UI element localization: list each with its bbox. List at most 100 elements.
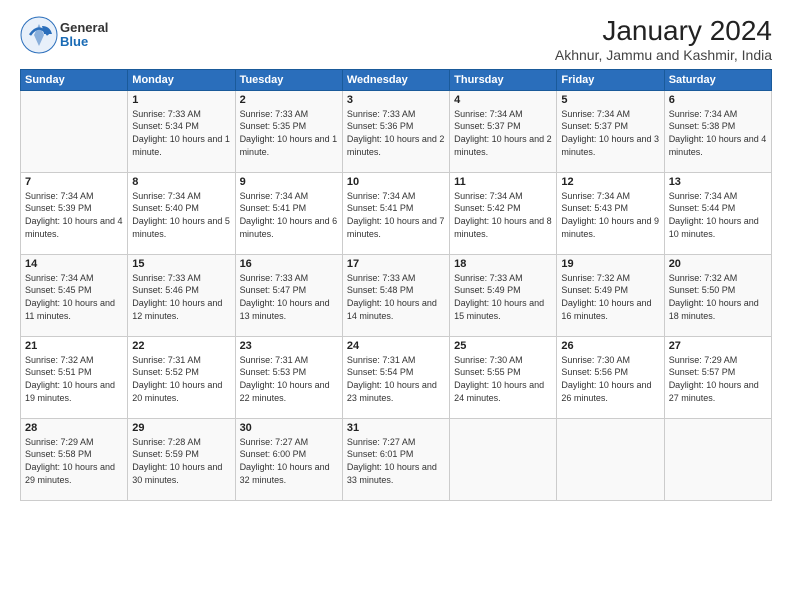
day-cell: 18 Sunrise: 7:33 AMSunset: 5:49 PMDayligh… bbox=[450, 254, 557, 336]
page: General Blue January 2024 Akhnur, Jammu … bbox=[0, 0, 792, 612]
header-row: Sunday Monday Tuesday Wednesday Thursday… bbox=[21, 69, 772, 90]
day-info: Sunrise: 7:33 AMSunset: 5:46 PMDaylight:… bbox=[132, 272, 230, 322]
week-row-2: 14 Sunrise: 7:34 AMSunset: 5:45 PMDayligh… bbox=[21, 254, 772, 336]
day-cell: 22 Sunrise: 7:31 AMSunset: 5:52 PMDayligh… bbox=[128, 336, 235, 418]
day-number: 29 bbox=[132, 422, 230, 434]
day-info: Sunrise: 7:32 AMSunset: 5:49 PMDaylight:… bbox=[561, 272, 659, 322]
day-cell: 28Sunrise: 7:29 AMSunset: 5:58 PMDayligh… bbox=[21, 418, 128, 500]
day-number: 8 bbox=[132, 176, 230, 188]
day-number: 31 bbox=[347, 422, 445, 434]
col-friday: Friday bbox=[557, 69, 664, 90]
day-number: 7 bbox=[25, 176, 123, 188]
logo-icon bbox=[20, 16, 58, 54]
day-cell: 15 Sunrise: 7:33 AMSunset: 5:46 PMDayligh… bbox=[128, 254, 235, 336]
day-cell: 26Sunrise: 7:30 AMSunset: 5:56 PMDayligh… bbox=[557, 336, 664, 418]
col-monday: Monday bbox=[128, 69, 235, 90]
col-wednesday: Wednesday bbox=[342, 69, 449, 90]
logo: General Blue bbox=[20, 16, 108, 54]
day-info: Sunrise: 7:32 AMSunset: 5:50 PMDaylight:… bbox=[669, 272, 767, 322]
day-cell: 2Sunrise: 7:33 AMSunset: 5:35 PMDaylight… bbox=[235, 90, 342, 172]
day-number: 10 bbox=[347, 176, 445, 188]
week-row-4: 28Sunrise: 7:29 AMSunset: 5:58 PMDayligh… bbox=[21, 418, 772, 500]
day-number: 14 bbox=[25, 258, 123, 270]
day-info: Sunrise: 7:31 AMSunset: 5:52 PMDaylight:… bbox=[132, 354, 230, 404]
day-number: 11 bbox=[454, 176, 552, 188]
day-info: Sunrise: 7:34 AMSunset: 5:41 PMDaylight:… bbox=[240, 190, 338, 240]
col-saturday: Saturday bbox=[664, 69, 771, 90]
day-info: Sunrise: 7:29 AMSunset: 5:57 PMDaylight:… bbox=[669, 354, 767, 404]
day-info: Sunrise: 7:34 AMSunset: 5:37 PMDaylight:… bbox=[454, 108, 552, 158]
day-number: 15 bbox=[132, 258, 230, 270]
day-info: Sunrise: 7:33 AMSunset: 5:48 PMDaylight:… bbox=[347, 272, 445, 322]
day-number: 23 bbox=[240, 340, 338, 352]
day-info: Sunrise: 7:34 AMSunset: 5:45 PMDaylight:… bbox=[25, 272, 123, 322]
day-cell: 10 Sunrise: 7:34 AMSunset: 5:41 PMDayligh… bbox=[342, 172, 449, 254]
day-cell: 5 Sunrise: 7:34 AMSunset: 5:37 PMDaylight… bbox=[557, 90, 664, 172]
day-cell: 4 Sunrise: 7:34 AMSunset: 5:37 PMDaylight… bbox=[450, 90, 557, 172]
subtitle: Akhnur, Jammu and Kashmir, India bbox=[555, 47, 772, 63]
day-number: 9 bbox=[240, 176, 338, 188]
day-cell: 23 Sunrise: 7:31 AMSunset: 5:53 PMDayligh… bbox=[235, 336, 342, 418]
day-cell: 17 Sunrise: 7:33 AMSunset: 5:48 PMDayligh… bbox=[342, 254, 449, 336]
day-info: Sunrise: 7:34 AMSunset: 5:39 PMDaylight:… bbox=[25, 190, 123, 240]
day-number: 12 bbox=[561, 176, 659, 188]
day-info: Sunrise: 7:33 AMSunset: 5:34 PMDaylight:… bbox=[132, 108, 230, 158]
day-info: Sunrise: 7:31 AMSunset: 5:54 PMDaylight:… bbox=[347, 354, 445, 404]
col-tuesday: Tuesday bbox=[235, 69, 342, 90]
day-number: 4 bbox=[454, 94, 552, 106]
day-info: Sunrise: 7:30 AMSunset: 5:55 PMDaylight:… bbox=[454, 354, 552, 404]
day-info: Sunrise: 7:31 AMSunset: 5:53 PMDaylight:… bbox=[240, 354, 338, 404]
main-title: January 2024 bbox=[555, 16, 772, 47]
day-cell: 8Sunrise: 7:34 AMSunset: 5:40 PMDaylight… bbox=[128, 172, 235, 254]
day-number: 18 bbox=[454, 258, 552, 270]
day-info: Sunrise: 7:29 AMSunset: 5:58 PMDaylight:… bbox=[25, 436, 123, 486]
title-section: January 2024 Akhnur, Jammu and Kashmir, … bbox=[555, 16, 772, 63]
day-cell: 27 Sunrise: 7:29 AMSunset: 5:57 PMDayligh… bbox=[664, 336, 771, 418]
day-cell: 24Sunrise: 7:31 AMSunset: 5:54 PMDayligh… bbox=[342, 336, 449, 418]
day-cell: 12Sunrise: 7:34 AMSunset: 5:43 PMDayligh… bbox=[557, 172, 664, 254]
day-info: Sunrise: 7:33 AMSunset: 5:49 PMDaylight:… bbox=[454, 272, 552, 322]
day-info: Sunrise: 7:30 AMSunset: 5:56 PMDaylight:… bbox=[561, 354, 659, 404]
day-info: Sunrise: 7:34 AMSunset: 5:44 PMDaylight:… bbox=[669, 190, 767, 240]
day-number: 20 bbox=[669, 258, 767, 270]
week-row-1: 7 Sunrise: 7:34 AMSunset: 5:39 PMDaylight… bbox=[21, 172, 772, 254]
day-cell: 29 Sunrise: 7:28 AMSunset: 5:59 PMDayligh… bbox=[128, 418, 235, 500]
day-cell: 9 Sunrise: 7:34 AMSunset: 5:41 PMDaylight… bbox=[235, 172, 342, 254]
day-number: 13 bbox=[669, 176, 767, 188]
day-info: Sunrise: 7:32 AMSunset: 5:51 PMDaylight:… bbox=[25, 354, 123, 404]
day-cell: 13 Sunrise: 7:34 AMSunset: 5:44 PMDayligh… bbox=[664, 172, 771, 254]
day-cell: 6Sunrise: 7:34 AMSunset: 5:38 PMDaylight… bbox=[664, 90, 771, 172]
week-row-0: 1 Sunrise: 7:33 AMSunset: 5:34 PMDaylight… bbox=[21, 90, 772, 172]
day-info: Sunrise: 7:27 AMSunset: 6:01 PMDaylight:… bbox=[347, 436, 445, 486]
day-cell bbox=[21, 90, 128, 172]
day-number: 25 bbox=[454, 340, 552, 352]
day-info: Sunrise: 7:33 AMSunset: 5:35 PMDaylight:… bbox=[240, 108, 338, 158]
col-thursday: Thursday bbox=[450, 69, 557, 90]
calendar-table: Sunday Monday Tuesday Wednesday Thursday… bbox=[20, 69, 772, 501]
day-cell: 7 Sunrise: 7:34 AMSunset: 5:39 PMDaylight… bbox=[21, 172, 128, 254]
day-number: 17 bbox=[347, 258, 445, 270]
day-cell: 14 Sunrise: 7:34 AMSunset: 5:45 PMDayligh… bbox=[21, 254, 128, 336]
header: General Blue January 2024 Akhnur, Jammu … bbox=[20, 16, 772, 63]
day-info: Sunrise: 7:34 AMSunset: 5:42 PMDaylight:… bbox=[454, 190, 552, 240]
day-number: 3 bbox=[347, 94, 445, 106]
day-cell: 30Sunrise: 7:27 AMSunset: 6:00 PMDayligh… bbox=[235, 418, 342, 500]
day-cell: 1 Sunrise: 7:33 AMSunset: 5:34 PMDaylight… bbox=[128, 90, 235, 172]
day-cell bbox=[557, 418, 664, 500]
day-info: Sunrise: 7:33 AMSunset: 5:47 PMDaylight:… bbox=[240, 272, 338, 322]
day-info: Sunrise: 7:34 AMSunset: 5:41 PMDaylight:… bbox=[347, 190, 445, 240]
day-info: Sunrise: 7:34 AMSunset: 5:38 PMDaylight:… bbox=[669, 108, 767, 158]
day-cell: 3 Sunrise: 7:33 AMSunset: 5:36 PMDaylight… bbox=[342, 90, 449, 172]
day-info: Sunrise: 7:33 AMSunset: 5:36 PMDaylight:… bbox=[347, 108, 445, 158]
day-info: Sunrise: 7:34 AMSunset: 5:37 PMDaylight:… bbox=[561, 108, 659, 158]
day-cell: 20 Sunrise: 7:32 AMSunset: 5:50 PMDayligh… bbox=[664, 254, 771, 336]
day-info: Sunrise: 7:28 AMSunset: 5:59 PMDaylight:… bbox=[132, 436, 230, 486]
logo-text: General Blue bbox=[60, 21, 108, 50]
day-cell bbox=[664, 418, 771, 500]
day-number: 5 bbox=[561, 94, 659, 106]
day-number: 22 bbox=[132, 340, 230, 352]
day-cell: 21Sunrise: 7:32 AMSunset: 5:51 PMDayligh… bbox=[21, 336, 128, 418]
day-cell bbox=[450, 418, 557, 500]
day-number: 27 bbox=[669, 340, 767, 352]
day-number: 1 bbox=[132, 94, 230, 106]
